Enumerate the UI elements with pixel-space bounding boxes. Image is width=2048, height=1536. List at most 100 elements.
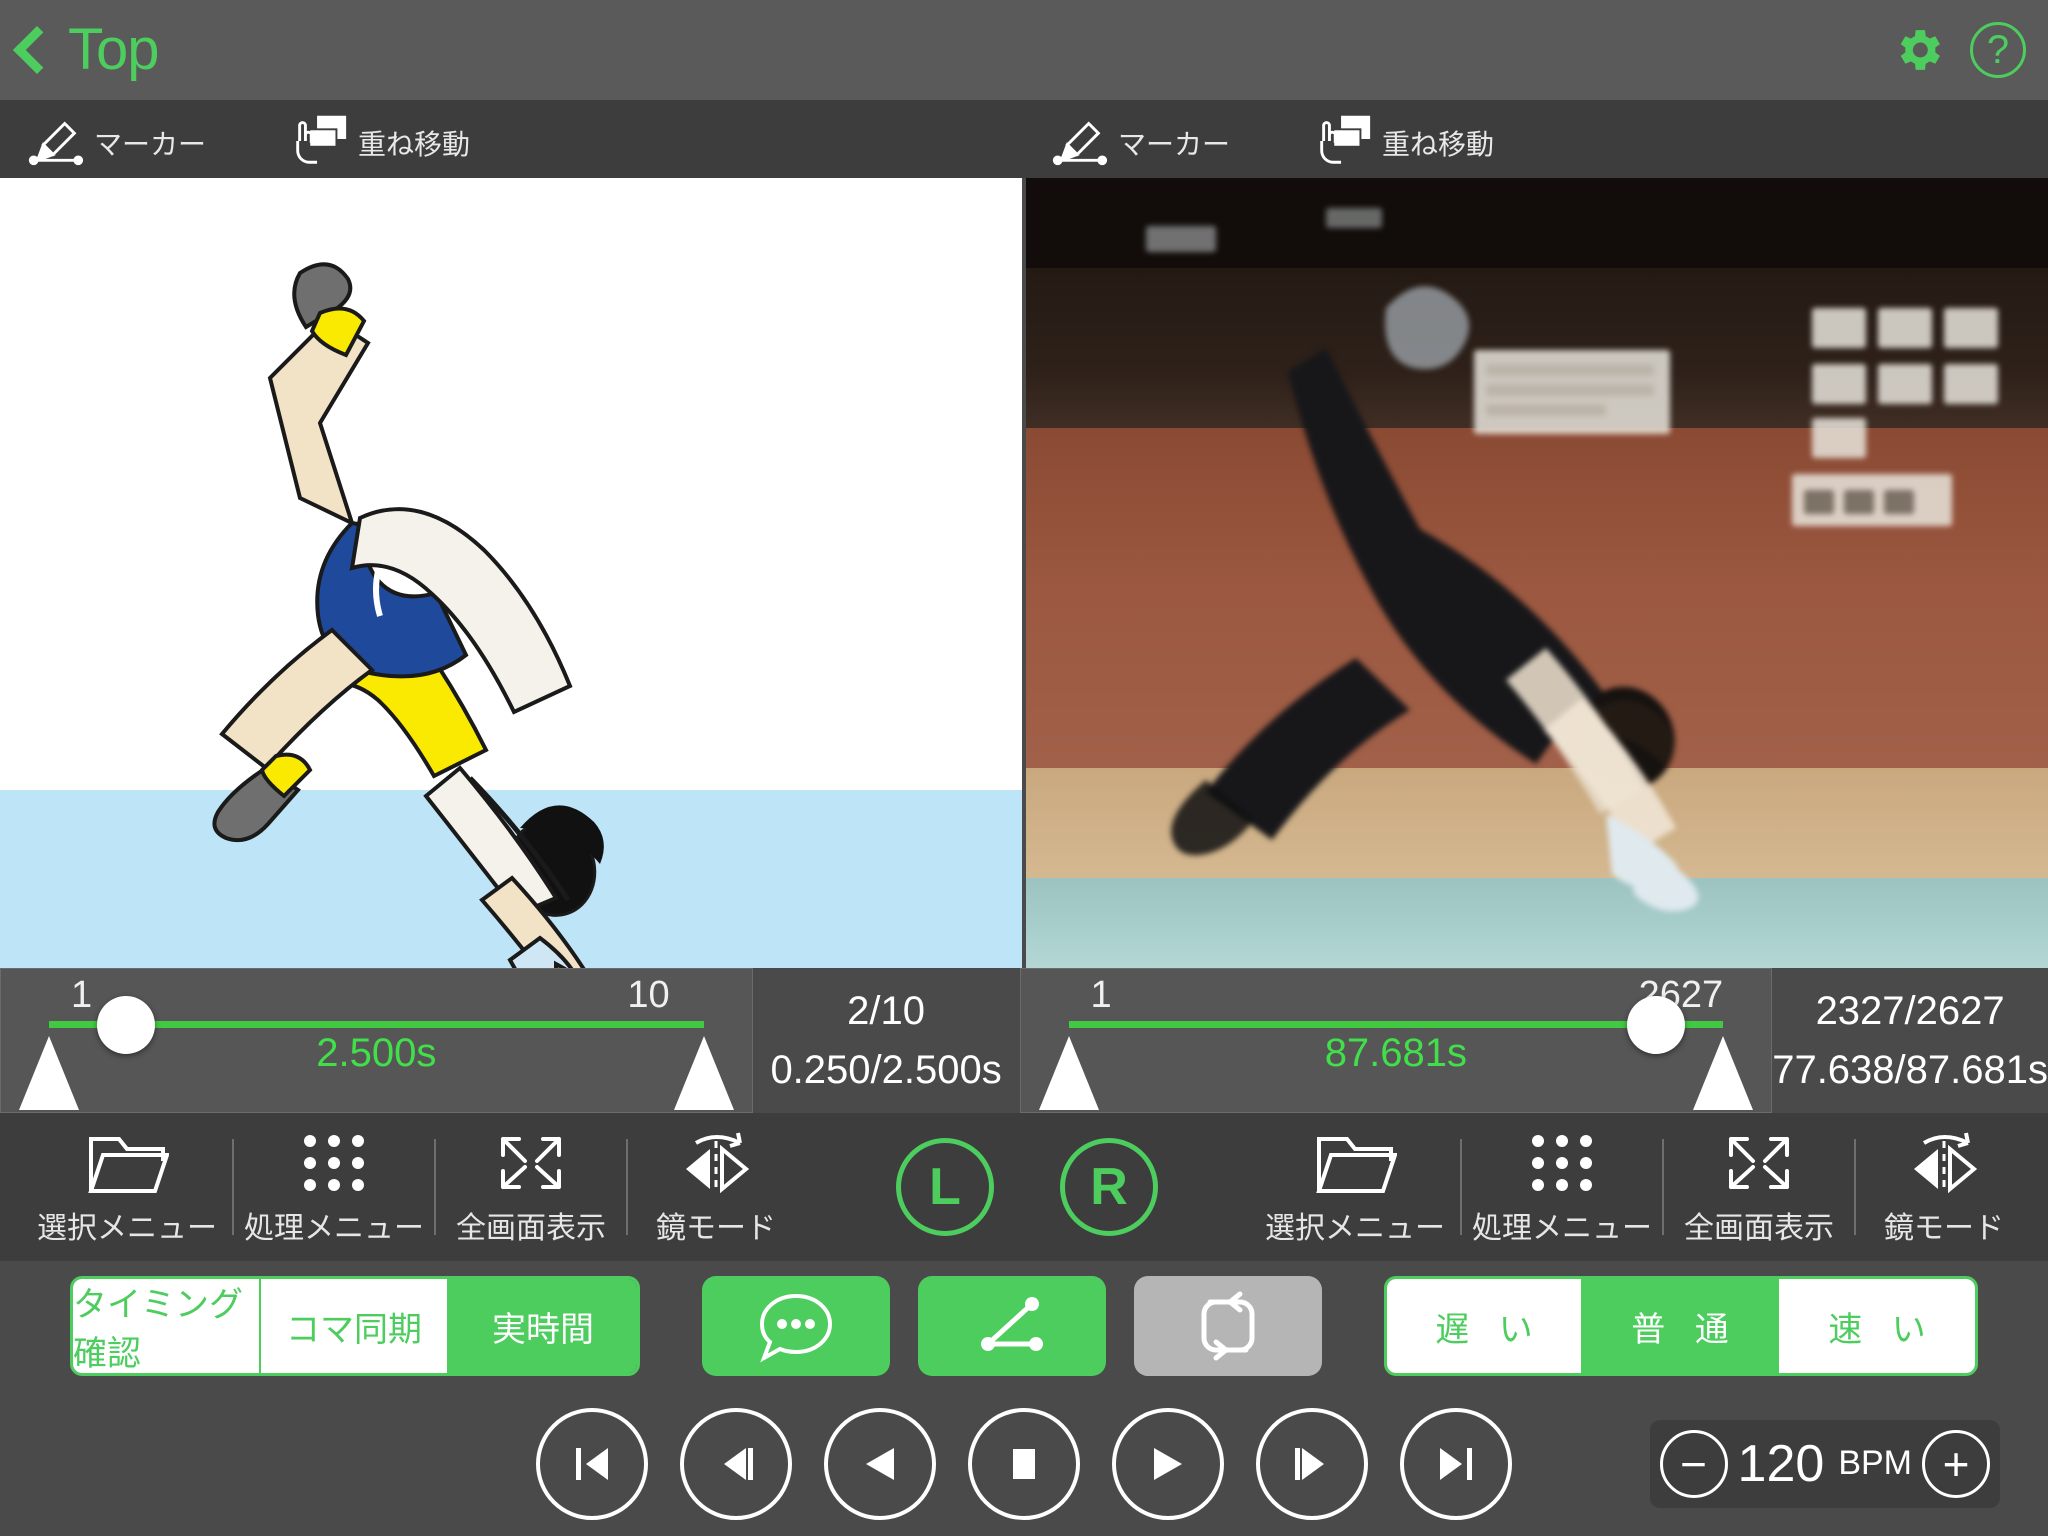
- bpm-stepper: − 120 BPM +: [1649, 1419, 2000, 1508]
- back-to-top-button[interactable]: Top: [12, 17, 160, 82]
- help-glyph: ?: [1986, 27, 2010, 72]
- process-menu-right-label: 処理メニュー: [1472, 1212, 1652, 1245]
- fullscreen-left[interactable]: 全画面表示: [436, 1127, 626, 1247]
- select-menu-right[interactable]: 選択メニュー: [1250, 1127, 1460, 1247]
- marker-tool-right[interactable]: マーカー: [1048, 111, 1230, 167]
- right-slider-duration: 87.681s: [1324, 1031, 1468, 1075]
- segment-timing-check[interactable]: タイミング確認: [73, 1279, 261, 1373]
- loop-repeat-icon: [1201, 1291, 1255, 1361]
- angle-measure-icon: [981, 1297, 1043, 1351]
- back-button-label: Top: [68, 17, 160, 82]
- overlay-move-label: 重ね移動: [1382, 129, 1495, 160]
- right-slider-min-label: 1: [1090, 974, 1112, 1016]
- stop-icon: [1013, 1448, 1035, 1479]
- right-out-marker[interactable]: [1693, 1036, 1754, 1110]
- fullscreen-right-label: 全画面表示: [1684, 1212, 1834, 1245]
- step-backward-button[interactable]: [680, 1407, 792, 1520]
- timeline-slider-row: 1 10 2.500s 2/10 0.250/2.500s 1 2627 87.…: [0, 968, 2048, 1113]
- segment-speed-normal[interactable]: 普 通: [1583, 1279, 1779, 1373]
- left-slider-min-label: 1: [71, 974, 93, 1016]
- marker-pen-icon: [1052, 121, 1108, 166]
- folder-icon: [85, 1127, 169, 1199]
- segment-frame-sync[interactable]: コマ同期: [261, 1279, 449, 1373]
- mirror-mode-right[interactable]: 鏡モード: [1856, 1127, 2032, 1247]
- channel-buttons: L R: [804, 1138, 1250, 1236]
- bpm-increment-button[interactable]: +: [1922, 1429, 1990, 1498]
- skip-to-end-button[interactable]: [1400, 1407, 1512, 1520]
- bpm-unit-label: BPM: [1838, 1444, 1912, 1482]
- transport-row: − 120 BPM +: [0, 1391, 2048, 1536]
- loop-button[interactable]: [1134, 1276, 1322, 1376]
- left-pane-menu: 選択メニュー 処理メニュー 全画面表示 鏡モード: [22, 1127, 804, 1247]
- right-pane-menu: 選択メニュー 処理メニュー 全画面表示 鏡モード: [1250, 1127, 2032, 1247]
- overlay-move-tool-right[interactable]: 重ね移動: [1312, 111, 1494, 167]
- grid-dots-icon: [294, 1127, 374, 1199]
- overlay-move-tool-left[interactable]: 重ね移動: [288, 111, 470, 167]
- play-icon: [1154, 1447, 1182, 1480]
- fullscreen-left-label: 全画面表示: [456, 1212, 606, 1245]
- mirror-icon: [1902, 1127, 1986, 1199]
- right-counter-group: 2327/2627 77.638/87.681s: [1772, 968, 2048, 1113]
- tool-strip-left: マーカー 重ね移動: [0, 100, 1024, 178]
- step-forward-button[interactable]: [1256, 1407, 1368, 1520]
- video-frame: [1026, 178, 2048, 968]
- right-frame-counter: 2327/2627: [1815, 988, 2005, 1033]
- overlay-move-label: 重ね移動: [358, 129, 471, 160]
- left-timeline-slider[interactable]: 1 10 2.500s: [0, 968, 753, 1113]
- select-menu-left[interactable]: 選択メニュー: [22, 1127, 232, 1247]
- right-in-marker[interactable]: [1038, 1036, 1099, 1110]
- marker-tool-left[interactable]: マーカー: [24, 111, 206, 167]
- stop-button[interactable]: [968, 1407, 1080, 1520]
- overlay-move-icon: [296, 115, 347, 164]
- playback-controls: タイミング確認 コマ同期 実時間 遅 い 普 通 速 い − 120 BPM +: [0, 1261, 2048, 1536]
- recorded-video-pane[interactable]: [1026, 178, 2048, 968]
- process-menu-right[interactable]: 処理メニュー: [1462, 1127, 1662, 1247]
- play-button[interactable]: [1112, 1407, 1224, 1520]
- right-slider-track[interactable]: [1068, 1021, 1724, 1028]
- annotation-tools: [702, 1276, 1322, 1376]
- left-out-marker[interactable]: [673, 1036, 734, 1110]
- fullscreen-icon: [491, 1127, 571, 1199]
- mirror-mode-left[interactable]: 鏡モード: [628, 1127, 804, 1247]
- fullscreen-right[interactable]: 全画面表示: [1664, 1127, 1854, 1247]
- overlay-move-icon: [1320, 115, 1371, 164]
- skip-to-start-button[interactable]: [536, 1407, 648, 1520]
- right-channel-button[interactable]: R: [1060, 1138, 1158, 1236]
- fullscreen-icon: [1719, 1127, 1799, 1199]
- help-icon[interactable]: ?: [1970, 22, 2026, 78]
- chevron-left-icon: [12, 25, 62, 75]
- tool-strip-right: マーカー 重ね移動: [1024, 100, 2048, 178]
- process-menu-left-label: 処理メニュー: [244, 1212, 424, 1245]
- left-slider-duration: 2.500s: [316, 1031, 437, 1075]
- speed-segment: 遅 い 普 通 速 い: [1384, 1276, 1978, 1376]
- video-panes: 手を肩はばにひらいてついて片足をふり上げる: [0, 178, 2048, 968]
- marker-pen-icon: [28, 121, 84, 166]
- marker-tool-label: マーカー: [94, 129, 207, 160]
- pane-menu-row: 選択メニュー 処理メニュー 全画面表示 鏡モード L R 選択メニュー 処理メニ…: [0, 1113, 2048, 1261]
- controls-top-row: タイミング確認 コマ同期 実時間 遅 い 普 通 速 い: [0, 1261, 2048, 1391]
- segment-realtime[interactable]: 実時間: [449, 1279, 637, 1373]
- right-time-counter: 77.638/87.681s: [1772, 1047, 2048, 1092]
- step-forward-icon: [1295, 1447, 1324, 1480]
- reference-illustration-pane[interactable]: 手を肩はばにひらいてついて片足をふり上げる: [0, 178, 1022, 968]
- bpm-decrement-button[interactable]: −: [1659, 1429, 1728, 1498]
- sync-mode-segment: タイミング確認 コマ同期 実時間: [70, 1276, 640, 1376]
- select-menu-left-label: 選択メニュー: [37, 1212, 217, 1245]
- process-menu-left[interactable]: 処理メニュー: [234, 1127, 434, 1247]
- transport-buttons: [536, 1407, 1512, 1520]
- segment-speed-fast[interactable]: 速 い: [1779, 1279, 1975, 1373]
- segment-speed-slow[interactable]: 遅 い: [1387, 1279, 1583, 1373]
- left-counter-group: 2/10 0.250/2.500s: [752, 968, 1020, 1113]
- gymnast-illustration: [212, 262, 604, 968]
- left-channel-button[interactable]: L: [896, 1138, 994, 1236]
- navigation-bar: Top ?: [0, 0, 2048, 100]
- mirror-icon: [674, 1127, 758, 1199]
- rewind-button[interactable]: [824, 1407, 936, 1520]
- comment-button[interactable]: [702, 1276, 890, 1376]
- left-in-marker[interactable]: [19, 1036, 79, 1110]
- skip-to-start-icon: [576, 1447, 608, 1480]
- gear-icon[interactable]: [1890, 22, 1946, 78]
- angle-measure-button[interactable]: [918, 1276, 1106, 1376]
- right-timeline-slider[interactable]: 1 2627 87.681s: [1019, 968, 1773, 1113]
- left-time-counter: 0.250/2.500s: [770, 1047, 1002, 1092]
